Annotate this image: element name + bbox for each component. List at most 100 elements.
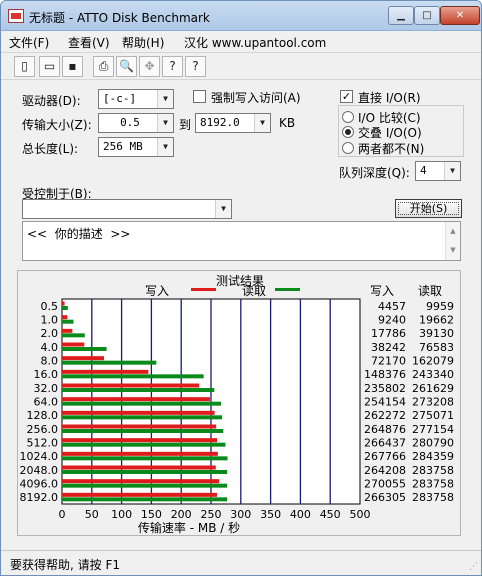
print-preview-icon[interactable]: 🔍 <box>116 56 137 77</box>
write-value-label: 17786 <box>371 327 406 340</box>
transfer-from-select[interactable]: 0.5 ▼ <box>98 113 174 133</box>
read-bar <box>62 442 226 447</box>
write-bar <box>62 301 65 306</box>
menu-help[interactable]: 帮助(H) <box>122 34 164 51</box>
read-value-label: 9959 <box>426 300 454 313</box>
chevron-down-icon: ▼ <box>254 114 270 132</box>
transfer-to-select[interactable]: 8192.0 ▼ <box>195 113 271 133</box>
write-value-label: 264876 <box>364 423 406 436</box>
write-value-label: 4457 <box>378 300 406 313</box>
y-tick-label: 2.0 <box>41 327 59 340</box>
write-bar <box>62 438 218 443</box>
read-bar <box>62 319 74 324</box>
queue-depth-value: 4 <box>420 164 427 177</box>
write-bar <box>62 424 217 429</box>
app-window: 无标题 - ATTO Disk Benchmark ▁ □ ✕ 文件(F) 查看… <box>0 0 482 576</box>
write-bar <box>62 328 73 333</box>
neither-radio[interactable] <box>342 142 354 154</box>
results-chart: 测试结果写入 读取 写入 读取0 50 100 150 200 250 300 350 400 450 5… <box>20 273 455 535</box>
read-value-label: 19662 <box>419 314 454 327</box>
x-tick-label: 50 <box>85 508 99 521</box>
x-tick-label: 100 <box>111 508 132 521</box>
read-bar <box>62 415 223 420</box>
chevron-down-icon: ▼ <box>215 200 231 218</box>
direct-io-label: 直接 I/O(R) <box>358 91 421 105</box>
description-text: << 你的描述 >> <box>27 227 131 241</box>
read-bar <box>62 456 228 461</box>
read-bar <box>62 347 107 351</box>
new-file-icon[interactable]: ▯ <box>14 56 35 77</box>
read-bar <box>62 497 228 502</box>
write-bar <box>62 369 149 374</box>
description-textarea[interactable]: << 你的描述 >> ▲ ▼ <box>22 221 461 261</box>
menu-view[interactable]: 查看(V) <box>68 34 110 51</box>
queue-depth-select[interactable]: 4 ▼ <box>415 161 461 181</box>
legend-write-swatch <box>191 288 216 291</box>
y-tick-label: 1024.0 <box>20 450 59 463</box>
toolbar: ▯ ▭ ▪ ⎙ 🔍 ✥ ? ? <box>1 52 481 80</box>
write-bar <box>62 451 218 456</box>
drive-select[interactable]: [-c-] ▼ <box>98 89 174 109</box>
write-value-label: 72170 <box>371 355 406 368</box>
resize-grip-icon[interactable]: ⋰ <box>469 562 478 572</box>
start-button[interactable]: 开始(S) <box>395 199 462 218</box>
print-icon[interactable]: ⎙ <box>93 56 114 77</box>
y-tick-label: 32.0 <box>34 382 59 395</box>
kb-unit-label: KB <box>279 116 296 130</box>
transfer-size-label: 传输大小(Z): <box>22 118 92 132</box>
read-column-header: 读取 <box>418 284 442 298</box>
read-value-label: 261629 <box>412 382 454 395</box>
y-tick-label: 4.0 <box>41 341 59 354</box>
drive-label: 驱动器(D): <box>22 94 81 108</box>
write-bar <box>62 479 220 484</box>
force-write-checkbox[interactable] <box>193 90 206 103</box>
read-bar <box>62 388 215 392</box>
write-value-label: 266437 <box>364 437 406 450</box>
write-bar <box>62 342 85 347</box>
total-length-label: 总长度(L): <box>22 142 79 156</box>
context-help-icon[interactable]: ? <box>185 56 206 77</box>
menu-localized-link[interactable]: 汉化 www.upantool.com <box>184 34 326 51</box>
close-button[interactable]: ✕ <box>440 6 480 25</box>
y-tick-label: 512.0 <box>27 437 59 450</box>
read-bar <box>62 470 228 474</box>
open-folder-icon[interactable]: ▭ <box>39 56 60 77</box>
y-tick-label: 64.0 <box>34 396 59 409</box>
save-icon[interactable]: ▪ <box>62 56 83 77</box>
overlapped-io-radio[interactable] <box>342 126 354 138</box>
read-bar <box>62 306 68 310</box>
x-tick-label: 250 <box>201 508 222 521</box>
write-bar <box>62 397 210 402</box>
y-tick-label: 8192.0 <box>20 491 59 504</box>
read-value-label: 280790 <box>412 437 454 450</box>
minimize-button[interactable]: ▁ <box>388 6 414 25</box>
direct-io-checkbox[interactable]: ✓ <box>340 90 353 103</box>
move-icon[interactable]: ✥ <box>139 56 160 77</box>
read-value-label: 283758 <box>412 491 454 504</box>
maximize-button[interactable]: □ <box>414 6 440 25</box>
read-value-label: 273208 <box>412 396 454 409</box>
y-tick-label: 256.0 <box>27 423 59 436</box>
total-length-select[interactable]: 256 MB ▼ <box>98 137 174 157</box>
title-bar: 无标题 - ATTO Disk Benchmark ▁ □ ✕ <box>1 1 481 31</box>
read-value-label: 275071 <box>412 409 454 422</box>
y-tick-label: 0.5 <box>41 300 59 313</box>
menu-file[interactable]: 文件(F) <box>9 34 49 51</box>
io-compare-radio[interactable] <box>342 111 354 123</box>
help-icon[interactable]: ? <box>162 56 183 77</box>
drive-value: [-c-] <box>103 92 137 105</box>
legend-write-label: 写入 <box>145 284 169 298</box>
y-tick-label: 4096.0 <box>20 478 59 491</box>
write-bar <box>62 410 215 415</box>
controlled-by-select[interactable]: ▼ <box>22 199 232 219</box>
app-logo-icon <box>8 9 24 23</box>
read-value-label: 277154 <box>412 423 454 436</box>
description-scrollbar[interactable]: ▲ ▼ <box>445 222 460 260</box>
chevron-down-icon: ▼ <box>444 162 460 180</box>
to-label: 到 <box>179 118 192 132</box>
write-value-label: 235802 <box>364 382 406 395</box>
write-value-label: 267766 <box>364 450 406 463</box>
y-tick-label: 8.0 <box>41 355 59 368</box>
y-tick-label: 1.0 <box>41 314 59 327</box>
write-bar <box>62 315 68 320</box>
